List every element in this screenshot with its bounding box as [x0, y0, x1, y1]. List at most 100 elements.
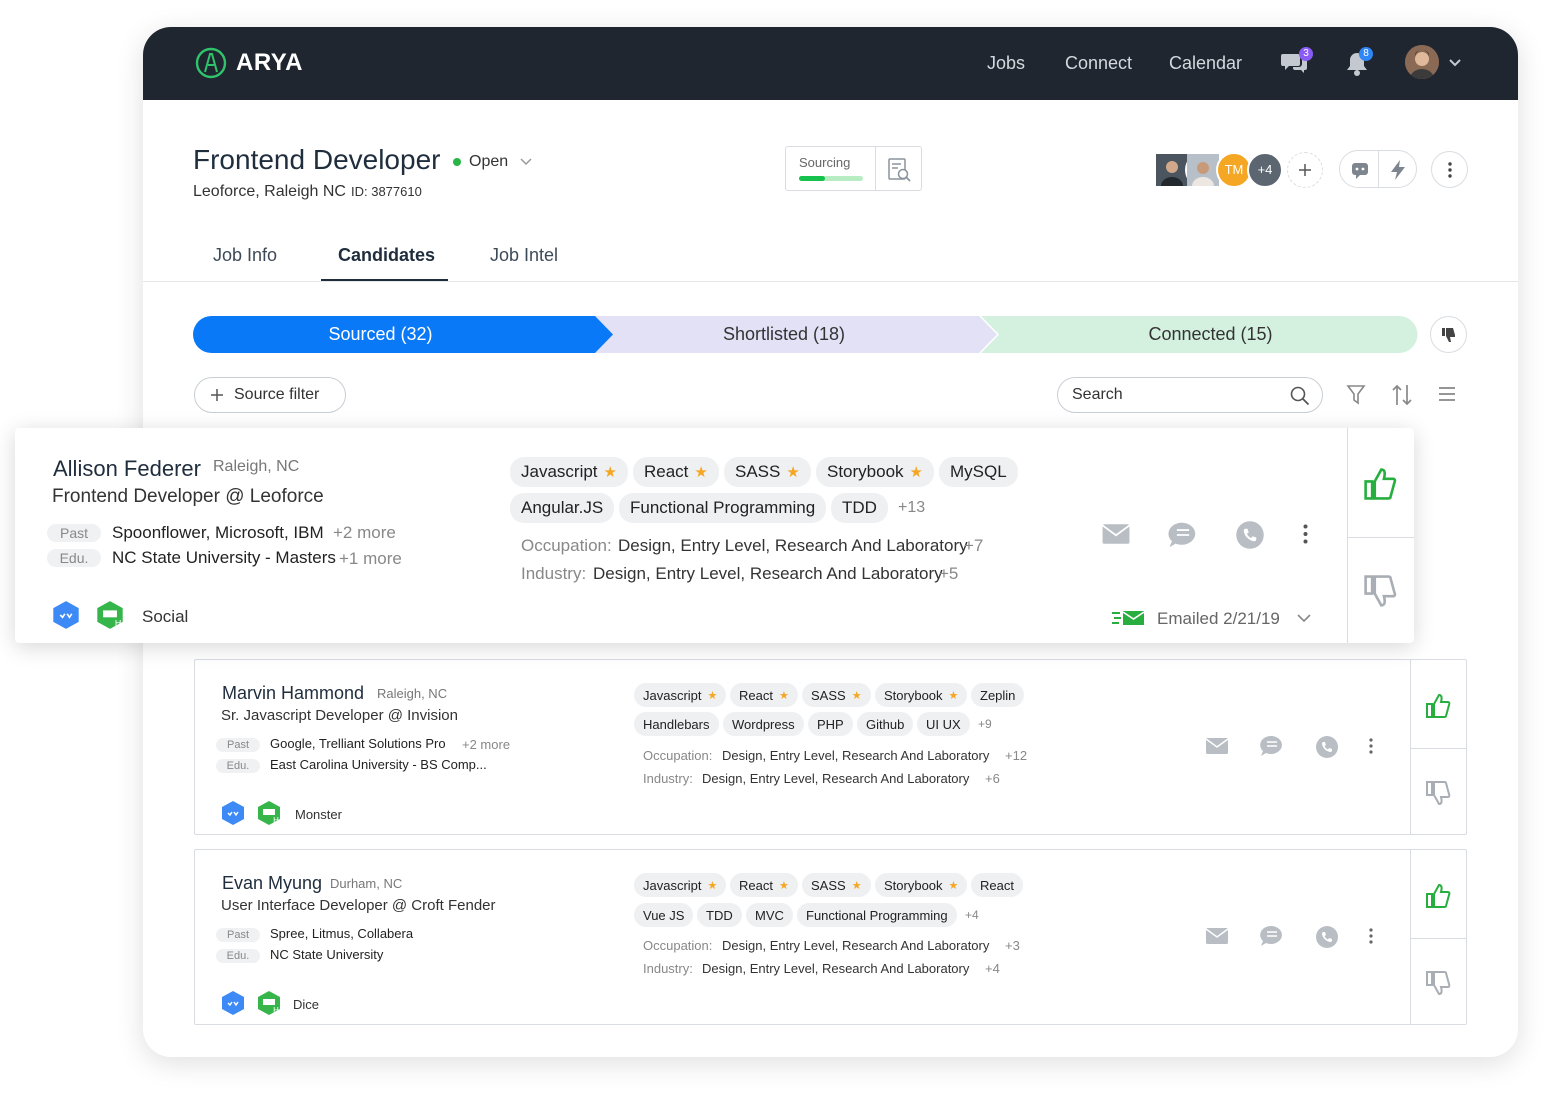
industry-more[interactable]: +5	[939, 564, 958, 584]
verified-badge-icon	[220, 800, 246, 831]
job-status-dropdown[interactable]: Open	[453, 153, 532, 171]
candidate-location: Durham, NC	[330, 876, 403, 891]
messages-button[interactable]: 3	[1281, 47, 1313, 80]
star-icon: ★	[778, 689, 789, 702]
search-input[interactable]: Search	[1057, 377, 1323, 413]
skill-tag-label: Functional Programming	[630, 498, 816, 517]
thumbs-up-icon[interactable]	[1363, 467, 1397, 501]
nav-calendar[interactable]: Calendar	[1169, 53, 1242, 74]
source-filter-button[interactable]: Source filter	[194, 377, 346, 413]
edu-label: Edu.	[47, 549, 101, 567]
pipeline-stages: Sourced (32) Shortlisted (18) Connected …	[193, 316, 1418, 353]
phone-icon[interactable]	[1315, 925, 1339, 949]
message-icon[interactable]	[1167, 520, 1199, 550]
notifications-button[interactable]: 8	[1345, 47, 1373, 82]
filter-icon[interactable]	[1346, 384, 1366, 406]
message-icon[interactable]	[1259, 734, 1285, 758]
candidate-role: User Interface Developer @ Croft Fender	[221, 897, 496, 914]
hiring-badge-icon: H	[256, 990, 282, 1021]
stage-shortlisted[interactable]: Shortlisted (18)	[593, 316, 975, 353]
thumbs-down-icon[interactable]	[1363, 574, 1397, 608]
nav-jobs[interactable]: Jobs	[987, 53, 1025, 74]
candidate-source: Monster	[295, 807, 342, 822]
user-avatar[interactable]	[1405, 45, 1439, 79]
skill-tag-label: SASS	[735, 462, 781, 481]
thumbs-up-icon[interactable]	[1425, 693, 1451, 719]
svg-text:H: H	[273, 1006, 279, 1015]
add-team-member-button[interactable]	[1287, 152, 1323, 188]
bot-chat-icon[interactable]	[1350, 160, 1370, 180]
skill-tag: Angular.JS	[510, 493, 615, 523]
skill-tag-label: SASS	[811, 877, 846, 893]
job-title: Frontend Developer	[193, 144, 441, 175]
candidate-card[interactable]: Marvin Hammond Raleigh, NC Sr. Javascrip…	[194, 659, 1467, 835]
list-view-icon[interactable]	[1438, 386, 1456, 402]
past-more[interactable]: +2 more	[333, 523, 396, 543]
skill-tag: PHP	[808, 712, 853, 736]
chevron-down-icon[interactable]	[1448, 58, 1462, 68]
email-icon[interactable]	[1101, 523, 1131, 545]
kebab-menu-icon[interactable]	[1369, 928, 1373, 944]
skill-tag-label: Storybook	[827, 462, 904, 481]
notifications-badge: 8	[1359, 47, 1373, 61]
candidate-source: Social	[142, 607, 189, 626]
thumbs-up-icon[interactable]	[1425, 883, 1451, 909]
team-more-count[interactable]: +4	[1247, 152, 1283, 188]
industry-more[interactable]: +6	[985, 771, 1000, 786]
skill-tag-label: Storybook	[884, 687, 943, 703]
skill-tag: MySQL	[939, 457, 1018, 487]
skills-more[interactable]: +13	[898, 499, 925, 517]
skills-more[interactable]: +4	[965, 908, 979, 922]
candidate-name[interactable]: Allison Federer	[53, 456, 201, 482]
lightning-icon[interactable]	[1388, 159, 1408, 181]
phone-icon[interactable]	[1315, 735, 1339, 759]
candidate-role: Frontend Developer @ Leoforce	[52, 486, 324, 507]
skill-tag: Storybook ★	[875, 873, 968, 897]
skills-more[interactable]: +9	[978, 717, 992, 731]
sort-icon[interactable]	[1391, 383, 1413, 407]
past-more[interactable]: +2 more	[462, 737, 510, 752]
document-search-icon[interactable]	[886, 157, 912, 183]
person-photo-icon	[1156, 154, 1188, 186]
past-companies: Google, Trelliant Solutions Pro	[270, 736, 446, 751]
education: East Carolina University - BS Comp...	[270, 757, 487, 772]
rejected-candidates-button[interactable]	[1430, 316, 1467, 353]
phone-icon[interactable]	[1235, 520, 1265, 550]
email-icon[interactable]	[1205, 927, 1229, 945]
chevron-down-icon[interactable]	[1297, 614, 1311, 623]
arya-logo[interactable]: ARYA	[195, 47, 303, 79]
email-icon[interactable]	[1205, 737, 1229, 755]
nav-connect[interactable]: Connect	[1065, 53, 1132, 74]
skill-tag: UI UX	[917, 712, 970, 736]
kebab-menu-icon[interactable]	[1303, 524, 1308, 544]
stage-connected[interactable]: Connected (15)	[1003, 316, 1418, 353]
candidate-name[interactable]: Evan Myung	[222, 873, 322, 894]
star-icon: ★	[603, 464, 617, 481]
thumbs-down-icon[interactable]	[1425, 780, 1451, 806]
occupation-more[interactable]: +12	[1005, 748, 1027, 763]
candidate-card[interactable]: Evan Myung Durham, NC User Interface Dev…	[194, 849, 1467, 1025]
hiring-badge-icon: H	[95, 600, 125, 635]
tab-job-intel[interactable]: Job Intel	[490, 245, 558, 266]
kebab-menu-icon[interactable]	[1369, 738, 1373, 754]
star-icon: ★	[786, 464, 800, 481]
industry-more[interactable]: +4	[985, 961, 1000, 976]
tab-candidates[interactable]: Candidates	[338, 245, 435, 266]
stage-sourced[interactable]: Sourced (32)	[193, 316, 568, 353]
sourcing-widget[interactable]: Sourcing	[785, 146, 922, 191]
industry-value: Design, Entry Level, Research And Labora…	[702, 961, 970, 976]
occupation-more[interactable]: +7	[964, 536, 983, 556]
candidate-name[interactable]: Marvin Hammond	[222, 683, 364, 704]
star-icon: ★	[909, 464, 923, 481]
edu-more[interactable]: +1 more	[339, 549, 402, 569]
more-options-button[interactable]	[1431, 151, 1468, 188]
candidate-card-featured[interactable]: Allison Federer Raleigh, NC Frontend Dev…	[15, 428, 1414, 643]
hiring-badge-icon: H	[256, 800, 282, 831]
tab-job-info[interactable]: Job Info	[213, 245, 277, 266]
thumbs-down-icon[interactable]	[1425, 970, 1451, 996]
occupation-more[interactable]: +3	[1005, 938, 1020, 953]
messages-badge: 3	[1299, 47, 1313, 61]
skill-tag: React ★	[730, 683, 798, 707]
message-icon[interactable]	[1259, 924, 1285, 948]
email-sent-icon	[1112, 611, 1145, 625]
